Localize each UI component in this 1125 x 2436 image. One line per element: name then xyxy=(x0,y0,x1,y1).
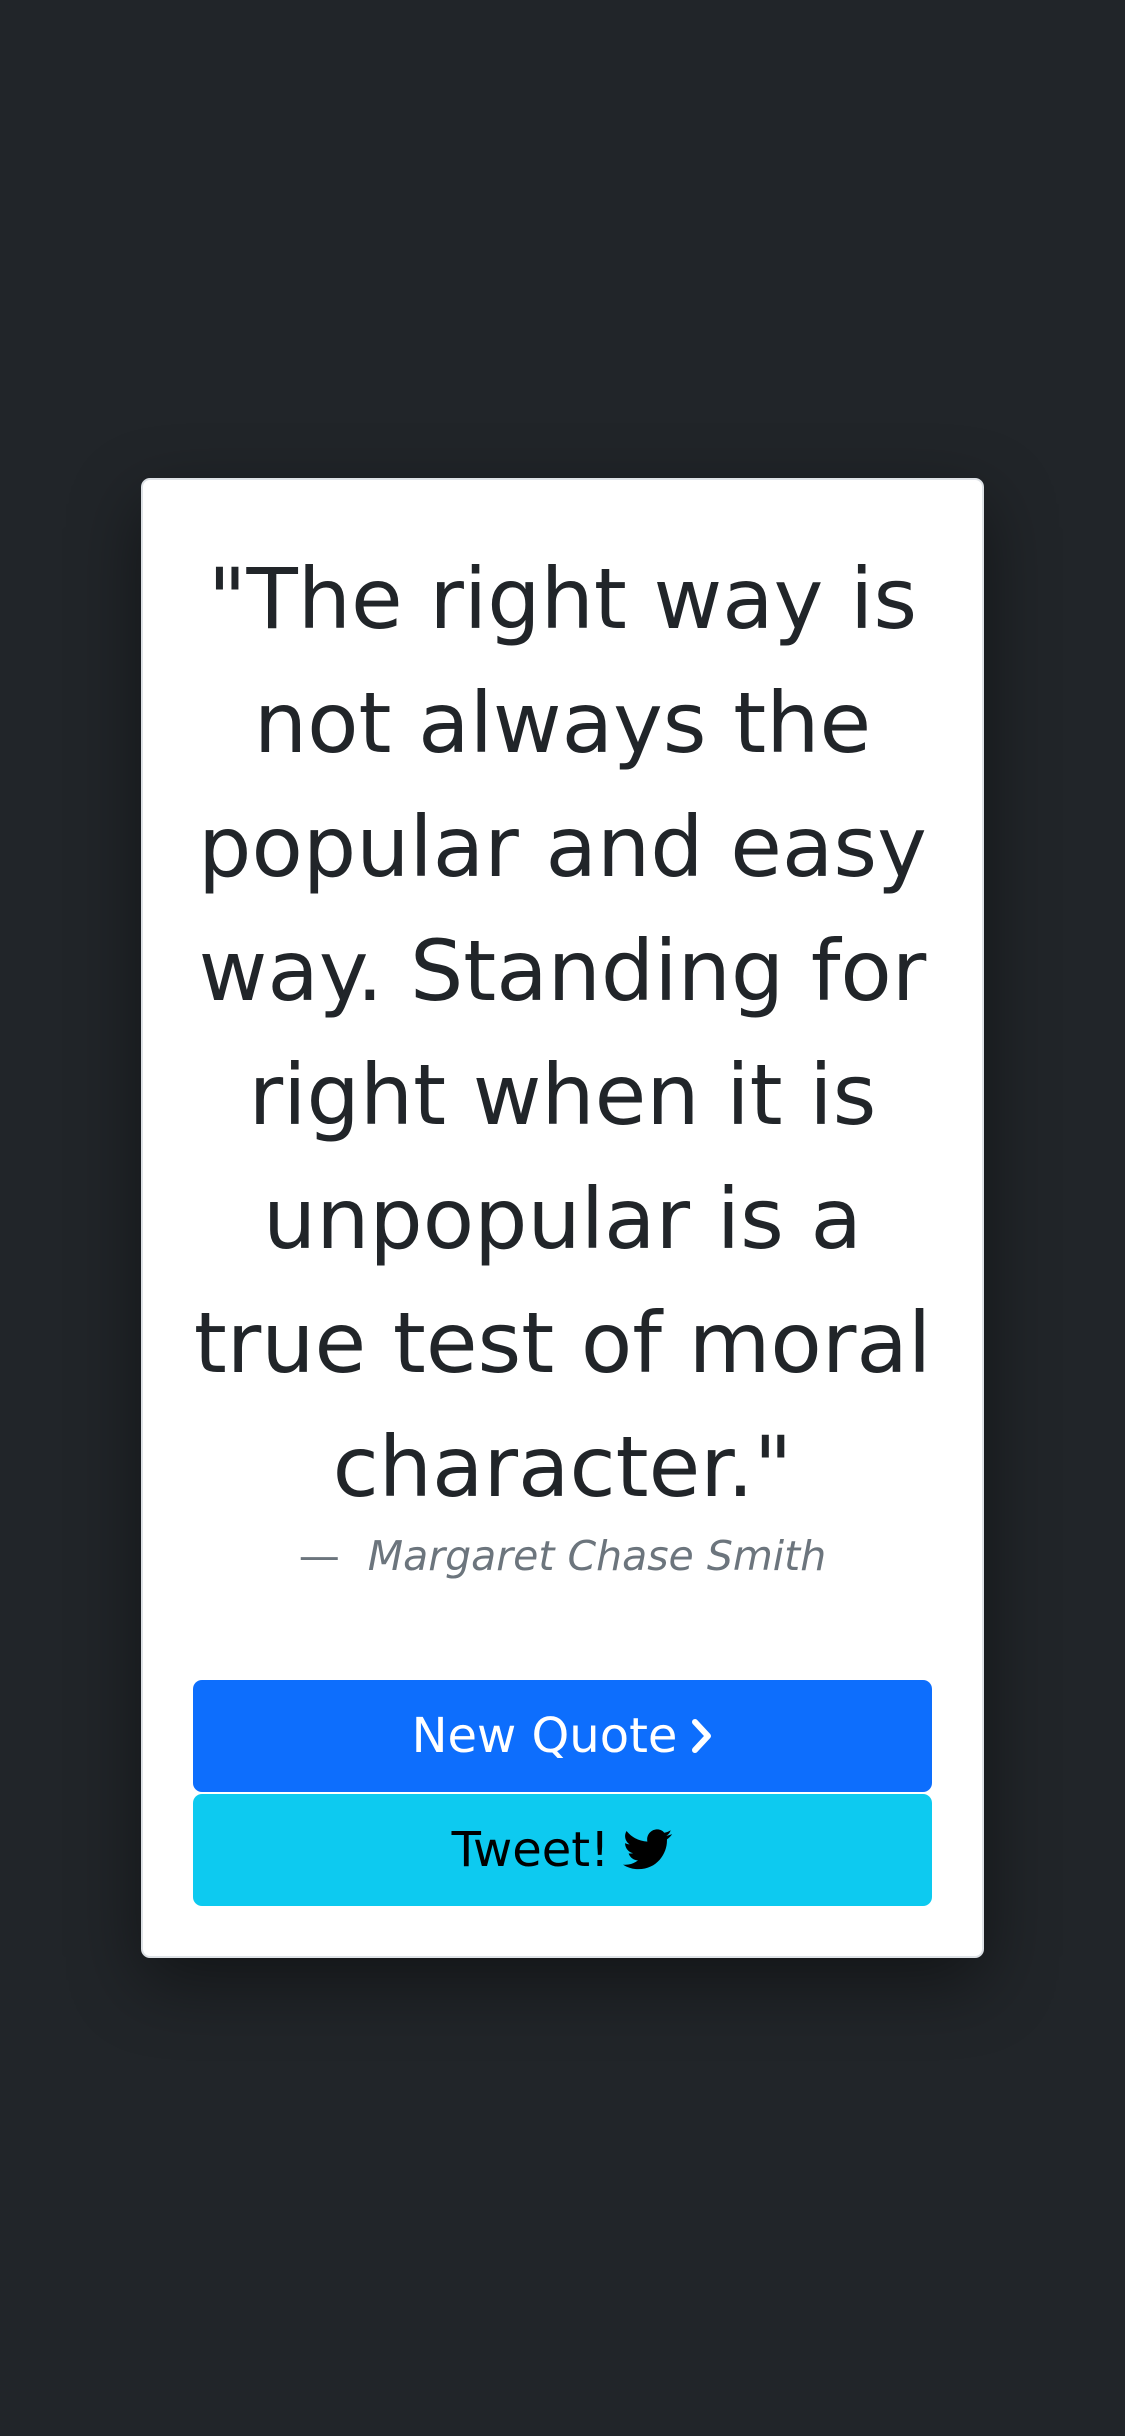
author-name: Margaret Chase Smith xyxy=(367,1532,827,1580)
twitter-bird-icon xyxy=(623,1829,673,1871)
quote-card: "The right way is not always the popular… xyxy=(141,478,984,1958)
tweet-label: Tweet! xyxy=(451,1822,610,1878)
quote-author: — Margaret Chase Smith xyxy=(143,1528,982,1584)
new-quote-button[interactable]: New Quote xyxy=(193,1680,932,1792)
new-quote-label: New Quote xyxy=(411,1708,678,1764)
chevron-right-icon xyxy=(691,1718,713,1754)
author-dash: — xyxy=(298,1532,340,1580)
tweet-button[interactable]: Tweet! xyxy=(193,1794,932,1906)
quote-text: "The right way is not always the popular… xyxy=(193,550,932,1516)
